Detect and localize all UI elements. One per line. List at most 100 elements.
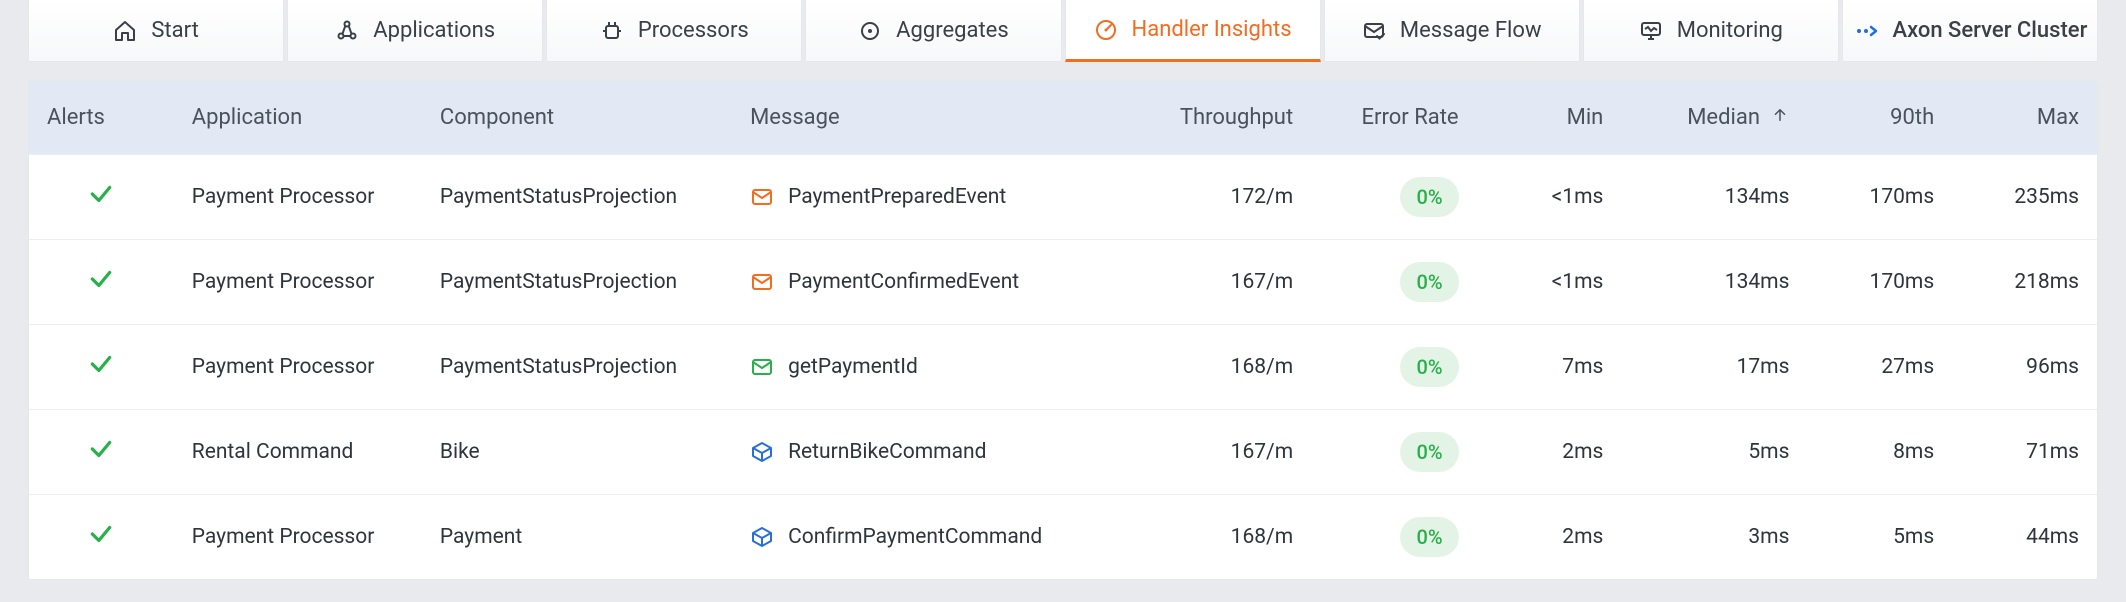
table-row[interactable]: Rental CommandBikeReturnBikeCommand167/m… — [29, 410, 2097, 495]
col-median[interactable]: Median — [1621, 81, 1807, 155]
col-alerts[interactable]: Alerts — [29, 81, 174, 155]
tab-label: Processors — [638, 18, 749, 43]
table-header-row: Alerts Application Component Message Thr… — [29, 81, 2097, 155]
median-cell: 5ms — [1621, 410, 1807, 495]
tab-applications[interactable]: Applications — [287, 0, 543, 62]
error-badge: 0% — [1400, 432, 1458, 472]
col-error-rate[interactable]: Error Rate — [1311, 81, 1476, 155]
cube-icon — [750, 525, 774, 549]
application-cell: Payment Processor — [174, 155, 422, 240]
p90-cell: 170ms — [1807, 240, 1952, 325]
col-application[interactable]: Application — [174, 81, 422, 155]
p90-cell: 5ms — [1807, 495, 1952, 580]
col-90th[interactable]: 90th — [1807, 81, 1952, 155]
message-cell: getPaymentId — [732, 325, 1146, 410]
median-cell: 17ms — [1621, 325, 1807, 410]
error-rate-cell: 0% — [1311, 155, 1476, 240]
tab-label: Axon Server Cluster — [1893, 18, 2088, 43]
check-icon — [88, 351, 114, 377]
min-cell: 7ms — [1477, 325, 1622, 410]
envelope-icon — [750, 270, 774, 294]
error-badge: 0% — [1400, 177, 1458, 217]
col-min[interactable]: Min — [1477, 81, 1622, 155]
max-cell: 44ms — [1952, 495, 2097, 580]
p90-cell: 27ms — [1807, 325, 1952, 410]
tab-start[interactable]: Start — [28, 0, 284, 62]
alert-cell — [29, 240, 174, 325]
gauge-icon — [1094, 18, 1118, 42]
check-icon — [88, 436, 114, 462]
col-label: 90th — [1890, 105, 1934, 130]
tab-label: Aggregates — [896, 18, 1009, 43]
message-cell: PaymentPreparedEvent — [732, 155, 1146, 240]
component-cell: PaymentStatusProjection — [422, 325, 732, 410]
message-cell: ConfirmPaymentCommand — [732, 495, 1146, 580]
median-cell: 134ms — [1621, 240, 1807, 325]
col-component[interactable]: Component — [422, 81, 732, 155]
table-row[interactable]: Payment ProcessorPaymentStatusProjection… — [29, 155, 2097, 240]
col-label: Application — [192, 105, 302, 130]
tab-processors[interactable]: Processors — [546, 0, 802, 62]
alert-cell — [29, 495, 174, 580]
tab-monitoring[interactable]: Monitoring — [1583, 0, 1839, 62]
col-message[interactable]: Message — [732, 81, 1146, 155]
min-cell: 2ms — [1477, 495, 1622, 580]
tab-message-flow[interactable]: Message Flow — [1324, 0, 1580, 62]
cube-icon — [750, 440, 774, 464]
check-icon — [88, 181, 114, 207]
max-cell: 71ms — [1952, 410, 2097, 495]
table-row[interactable]: Payment ProcessorPaymentStatusProjection… — [29, 240, 2097, 325]
error-badge: 0% — [1400, 347, 1458, 387]
error-rate-cell: 0% — [1311, 410, 1476, 495]
col-label: Throughput — [1180, 105, 1293, 130]
min-cell: <1ms — [1477, 240, 1622, 325]
col-label: Error Rate — [1362, 105, 1459, 130]
component-cell: PaymentStatusProjection — [422, 240, 732, 325]
tab-aggregates[interactable]: Aggregates — [805, 0, 1061, 62]
col-label: Message — [750, 105, 840, 130]
alert-cell — [29, 410, 174, 495]
target-icon — [858, 19, 882, 43]
envelope-icon — [750, 355, 774, 379]
message-text: getPaymentId — [788, 355, 918, 379]
throughput-cell: 168/m — [1146, 325, 1311, 410]
table-row[interactable]: Payment ProcessorPaymentConfirmPaymentCo… — [29, 495, 2097, 580]
message-text: PaymentConfirmedEvent — [788, 270, 1019, 294]
message-cell: PaymentConfirmedEvent — [732, 240, 1146, 325]
min-cell: <1ms — [1477, 155, 1622, 240]
max-cell: 96ms — [1952, 325, 2097, 410]
tab-label: Start — [151, 18, 198, 43]
median-cell: 134ms — [1621, 155, 1807, 240]
check-icon — [88, 266, 114, 292]
col-label: Component — [440, 105, 554, 130]
cluster-icon — [1853, 19, 1879, 43]
alert-cell — [29, 325, 174, 410]
sort-asc-icon — [1771, 105, 1789, 130]
application-cell: Rental Command — [174, 410, 422, 495]
application-cell: Payment Processor — [174, 325, 422, 410]
col-label: Min — [1567, 105, 1604, 130]
error-rate-cell: 0% — [1311, 240, 1476, 325]
application-cell: Payment Processor — [174, 240, 422, 325]
alert-cell — [29, 155, 174, 240]
throughput-cell: 168/m — [1146, 495, 1311, 580]
tab-handler-insights[interactable]: Handler Insights — [1065, 0, 1321, 62]
p90-cell: 8ms — [1807, 410, 1952, 495]
tab-label: Handler Insights — [1132, 17, 1292, 42]
col-max[interactable]: Max — [1952, 81, 2097, 155]
message-cell: ReturnBikeCommand — [732, 410, 1146, 495]
handler-table: Alerts Application Component Message Thr… — [29, 81, 2097, 579]
median-cell: 3ms — [1621, 495, 1807, 580]
message-text: PaymentPreparedEvent — [788, 185, 1006, 209]
p90-cell: 170ms — [1807, 155, 1952, 240]
message-text: ConfirmPaymentCommand — [788, 525, 1042, 549]
col-throughput[interactable]: Throughput — [1146, 81, 1311, 155]
main-tabs: Start Applications Processors Aggregates… — [0, 0, 2126, 62]
tab-axon-server-cluster[interactable]: Axon Server Cluster — [1842, 0, 2098, 62]
min-cell: 2ms — [1477, 410, 1622, 495]
throughput-cell: 167/m — [1146, 410, 1311, 495]
throughput-cell: 172/m — [1146, 155, 1311, 240]
throughput-cell: 167/m — [1146, 240, 1311, 325]
apps-icon — [335, 19, 359, 43]
table-row[interactable]: Payment ProcessorPaymentStatusProjection… — [29, 325, 2097, 410]
